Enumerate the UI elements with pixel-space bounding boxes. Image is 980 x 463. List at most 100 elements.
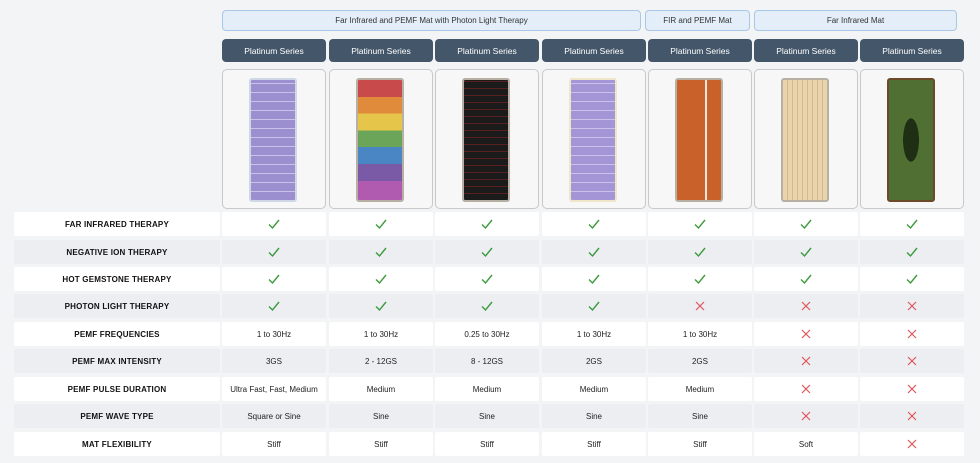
check-icon	[375, 301, 387, 312]
check-icon	[906, 219, 918, 230]
check-icon	[800, 274, 812, 285]
series-button[interactable]: Platinum Series	[648, 39, 752, 62]
table-cell	[435, 240, 539, 264]
cross-icon	[801, 384, 811, 394]
table-cell	[860, 349, 964, 373]
group-header: Far Infrared Mat	[754, 10, 957, 31]
mat-image	[356, 78, 404, 202]
cross-icon	[907, 411, 917, 421]
table-cell: Medium	[435, 377, 539, 401]
check-icon	[906, 247, 918, 258]
row-label: HOT GEMSTONE THERAPY	[14, 267, 220, 291]
table-cell	[435, 212, 539, 236]
check-icon	[481, 301, 493, 312]
table-cell	[754, 267, 858, 291]
table-cell	[860, 212, 964, 236]
table-cell: Sine	[435, 404, 539, 428]
row-label: PHOTON LIGHT THERAPY	[14, 294, 220, 318]
check-icon	[268, 219, 280, 230]
check-icon	[481, 219, 493, 230]
row-label: MAT FLEXIBILITY	[14, 432, 220, 456]
table-cell	[435, 267, 539, 291]
table-cell: 3GS	[222, 349, 326, 373]
table-cell	[860, 432, 964, 456]
check-icon	[694, 274, 706, 285]
check-icon	[694, 247, 706, 258]
table-cell	[860, 240, 964, 264]
group-header: FIR and PEMF Mat	[645, 10, 750, 31]
product-image	[860, 69, 964, 209]
table-cell: 1 to 30Hz	[648, 322, 752, 346]
check-icon	[375, 219, 387, 230]
check-icon	[800, 219, 812, 230]
row-label: FAR INFRARED THERAPY	[14, 212, 220, 236]
table-cell: 2GS	[542, 349, 646, 373]
row-label: PEMF WAVE TYPE	[14, 404, 220, 428]
table-cell	[754, 294, 858, 318]
cross-icon	[907, 356, 917, 366]
table-cell	[648, 212, 752, 236]
table-cell: Sine	[329, 404, 433, 428]
table-cell: Soft	[754, 432, 858, 456]
table-cell: 1 to 30Hz	[542, 322, 646, 346]
mat-image	[675, 78, 723, 202]
table-cell: Stiff	[648, 432, 752, 456]
table-cell	[860, 404, 964, 428]
table-cell: 0.25 to 30Hz	[435, 322, 539, 346]
series-button[interactable]: Platinum Series	[754, 39, 858, 62]
table-cell	[648, 294, 752, 318]
table-cell: Sine	[542, 404, 646, 428]
check-icon	[268, 247, 280, 258]
check-icon	[375, 274, 387, 285]
table-cell: Stiff	[542, 432, 646, 456]
row-label: PEMF PULSE DURATION	[14, 377, 220, 401]
product-image	[648, 69, 752, 209]
product-image	[222, 69, 326, 209]
cross-icon	[801, 411, 811, 421]
table-cell	[329, 240, 433, 264]
cross-icon	[801, 301, 811, 311]
check-icon	[588, 219, 600, 230]
check-icon	[588, 301, 600, 312]
table-cell	[860, 322, 964, 346]
mat-image	[887, 78, 935, 202]
table-cell	[860, 267, 964, 291]
series-button[interactable]: Platinum Series	[329, 39, 433, 62]
check-icon	[268, 274, 280, 285]
series-button[interactable]: Platinum Series	[860, 39, 964, 62]
table-cell	[329, 294, 433, 318]
table-cell	[435, 294, 539, 318]
table-cell	[648, 267, 752, 291]
product-image	[542, 69, 646, 209]
check-icon	[375, 247, 387, 258]
check-icon	[481, 247, 493, 258]
table-cell	[542, 212, 646, 236]
series-button[interactable]: Platinum Series	[222, 39, 326, 62]
table-cell: 1 to 30Hz	[222, 322, 326, 346]
cross-icon	[695, 301, 705, 311]
table-cell	[542, 267, 646, 291]
table-cell: 8 - 12GS	[435, 349, 539, 373]
table-cell: Stiff	[435, 432, 539, 456]
row-label: NEGATIVE ION THERAPY	[14, 240, 220, 264]
check-icon	[268, 301, 280, 312]
table-cell	[648, 240, 752, 264]
check-icon	[588, 247, 600, 258]
table-cell	[754, 240, 858, 264]
group-header: Far Infrared and PEMF Mat with Photon Li…	[222, 10, 641, 31]
table-cell	[860, 294, 964, 318]
table-cell: Stiff	[222, 432, 326, 456]
check-icon	[481, 274, 493, 285]
table-cell	[754, 212, 858, 236]
cross-icon	[907, 439, 917, 449]
series-button[interactable]: Platinum Series	[435, 39, 539, 62]
series-button[interactable]: Platinum Series	[542, 39, 646, 62]
table-cell: 2GS	[648, 349, 752, 373]
table-cell	[222, 294, 326, 318]
table-cell: Ultra Fast, Fast, Medium	[222, 377, 326, 401]
table-cell: Medium	[648, 377, 752, 401]
table-cell	[542, 240, 646, 264]
table-cell: 2 - 12GS	[329, 349, 433, 373]
table-cell	[754, 322, 858, 346]
check-icon	[906, 274, 918, 285]
